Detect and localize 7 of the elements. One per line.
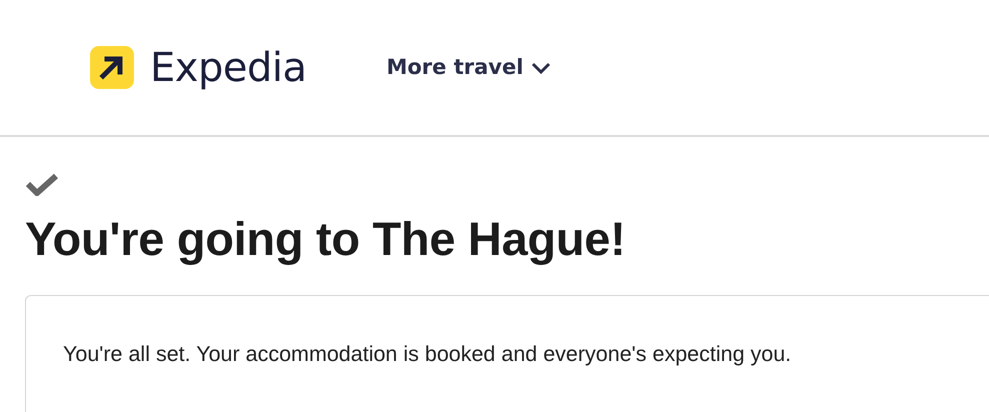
confirmation-message: You're all set. Your accommodation is booked and everyone's expecting you. <box>63 341 792 368</box>
checkmark-icon <box>25 173 59 196</box>
confirmation-heading: You're going to The Hague! <box>25 211 626 267</box>
logo-text: Expedia <box>150 44 306 92</box>
more-travel-menu[interactable]: More travel <box>386 52 552 84</box>
logo-icon <box>90 46 134 89</box>
chevron-down-icon <box>531 62 552 74</box>
